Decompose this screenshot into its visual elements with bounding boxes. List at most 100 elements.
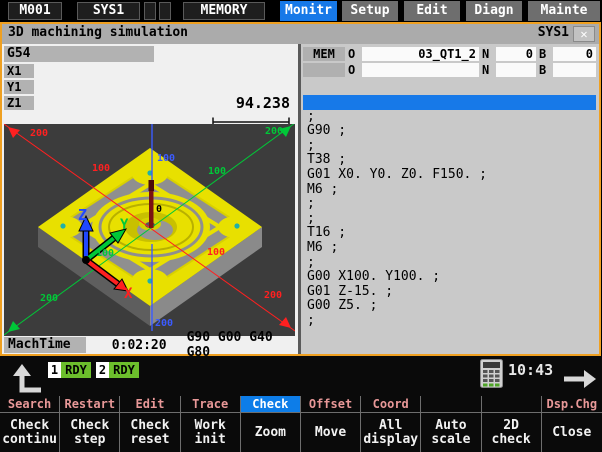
softkey-column: CoordAll display: [361, 396, 421, 452]
tab-monitor[interactable]: Monitr: [280, 1, 337, 21]
softkey-2d-check[interactable]: 2D check: [482, 413, 541, 452]
softkey-check-step[interactable]: Check step: [60, 413, 119, 452]
top-status-bar: M001 SYS1 MEMORY Monitr Setup Edit Diagn…: [0, 0, 602, 22]
program-line: G00 X100. Y100. ;: [303, 270, 596, 285]
system-cell: SYS1: [77, 2, 140, 20]
x-tick-100-tl: 100: [92, 163, 110, 174]
program-line: T16 ;: [303, 226, 596, 241]
softkey-column: RestartCheck step: [60, 396, 120, 452]
triad-x-label: X: [124, 286, 133, 302]
menu-category-edit[interactable]: Edit: [120, 396, 179, 413]
menu-category-empty[interactable]: [482, 396, 541, 413]
close-icon: ✕: [580, 27, 587, 41]
tab-setup[interactable]: Setup: [342, 1, 398, 21]
tab-maintenance[interactable]: Mainte: [528, 1, 600, 21]
program-line: G90 ;: [303, 124, 596, 139]
softkey-zoom[interactable]: Zoom: [241, 413, 300, 452]
softkey-column: Dsp.ChgClose: [542, 396, 602, 452]
softkey-all-display[interactable]: All display: [361, 413, 420, 452]
y-tick-200-bl: 200: [40, 293, 58, 304]
ready-status-badges: 1RDY2RDY: [48, 362, 144, 378]
softkey-check-reset[interactable]: Check reset: [120, 413, 179, 452]
tab-diagnosis[interactable]: Diagn: [466, 1, 522, 21]
subprogram-b-value: [553, 63, 596, 77]
program-line: T38 ;: [303, 153, 596, 168]
program-line: G01 X0. Y0. Z0. F150. ;: [303, 168, 596, 183]
menu-category-check[interactable]: Check: [241, 396, 300, 413]
menu-back-icon: [8, 362, 46, 394]
sequence-n-label: N: [482, 47, 495, 61]
machtime-label: MachTime: [4, 337, 86, 353]
softkey-column: TraceWork init: [181, 396, 241, 452]
axis-y-label: Y1: [4, 80, 34, 94]
softkey-column: SearchCheck continu: [0, 396, 60, 452]
subprogram-o-label: O: [348, 63, 361, 77]
subprogram-number-value: [362, 63, 479, 77]
tool-shank: [149, 180, 155, 191]
menu-category-dsp-chg[interactable]: Dsp.Chg: [542, 396, 602, 413]
window-titlebar: 3D machining simulation SYS1 ✕: [2, 24, 599, 44]
program-line: G01 Z-15. ;: [303, 285, 596, 300]
machine-status-cell: M001: [8, 2, 62, 20]
y-tick-100-bl: 100: [96, 248, 114, 259]
ready-badge: RDY: [61, 362, 91, 378]
menu-category-restart[interactable]: Restart: [60, 396, 119, 413]
menu-category-trace[interactable]: Trace: [181, 396, 240, 413]
program-listing: ;G90 ;;T38 ;G01 X0. Y0. Z0. F150. ;M6 ;;…: [303, 95, 596, 329]
softkey-column: EditCheck reset: [120, 396, 180, 452]
program-line: ;: [303, 197, 596, 212]
softkey-work-init[interactable]: Work init: [181, 413, 240, 452]
axis-z-label: Z1: [4, 96, 34, 110]
softkey-column: 2D check: [482, 396, 542, 452]
softkey-check-continu[interactable]: Check continu: [0, 413, 59, 452]
x-tick-200-tl: 200: [30, 128, 48, 139]
y-axis-arrow-bl: [8, 321, 20, 332]
ready-badge: RDY: [109, 362, 139, 378]
softkey-auto-scale[interactable]: Auto scale: [421, 413, 480, 452]
work-offset-label: G54: [4, 46, 154, 62]
program-current-line: [303, 95, 596, 110]
z-tick-100: 100: [157, 153, 175, 164]
machtime-row: MachTime 0:02:20 G90 G00 G40 G80: [2, 336, 298, 354]
3d-viewport: 200 100 100 200 200 100 100 200 100 200 …: [4, 124, 295, 336]
program-pane: MEM O 03_QT1_2 N 0 B 0 O N B ;G90 ;;T38 …: [301, 44, 598, 354]
program-number-value: 03_QT1_2: [362, 47, 479, 61]
program-o-label: O: [348, 47, 361, 61]
softkey-close[interactable]: Close: [542, 413, 602, 452]
x-axis-arrow-br: [279, 317, 291, 328]
menu-category-offset[interactable]: Offset: [301, 396, 360, 413]
softkey-column: OffsetMove: [301, 396, 361, 452]
program-line: ;: [303, 110, 596, 125]
status-cell-small-2: [159, 2, 171, 20]
keypad-button[interactable]: [480, 359, 503, 392]
menu-back-button[interactable]: [8, 362, 46, 398]
menu-category-empty[interactable]: [421, 396, 480, 413]
menu-next-button[interactable]: [562, 368, 598, 394]
program-line: ;: [303, 212, 596, 227]
window-title: 3D machining simulation: [8, 25, 188, 40]
program-line: M6 ;: [303, 241, 596, 256]
softkey-area: 1RDY2RDY 10:43 SearchCheck c: [0, 356, 602, 452]
program-line: ;: [303, 139, 596, 154]
close-button[interactable]: ✕: [573, 26, 595, 42]
block-b-value: 0: [553, 47, 596, 61]
y-tick-200-tr: 200: [265, 126, 283, 137]
x-axis-arrow-tl: [8, 127, 20, 138]
simulation-pane: G54 X1 Y1 Z1 94.238: [2, 44, 298, 354]
subprogram-mode-label: [303, 63, 345, 77]
triad-y-label: Y: [120, 217, 129, 233]
softkey-move[interactable]: Move: [301, 413, 360, 452]
softkey-menu: SearchCheck continuRestartCheck stepEdit…: [0, 396, 602, 452]
axis-x-label: X1: [4, 64, 34, 78]
origin-label: 0: [156, 204, 162, 215]
menu-category-coord[interactable]: Coord: [361, 396, 420, 413]
mode-cell: MEMORY: [183, 2, 265, 20]
subprogram-b-label: B: [539, 63, 552, 77]
menu-category-search[interactable]: Search: [0, 396, 59, 413]
corner-hole-right: [234, 223, 239, 228]
softkey-column: CheckZoom: [241, 396, 301, 452]
x-tick-200-br: 200: [264, 290, 282, 301]
subprogram-n-value: [496, 63, 536, 77]
triad-z-label: Z: [78, 206, 87, 224]
tab-edit[interactable]: Edit: [404, 1, 460, 21]
